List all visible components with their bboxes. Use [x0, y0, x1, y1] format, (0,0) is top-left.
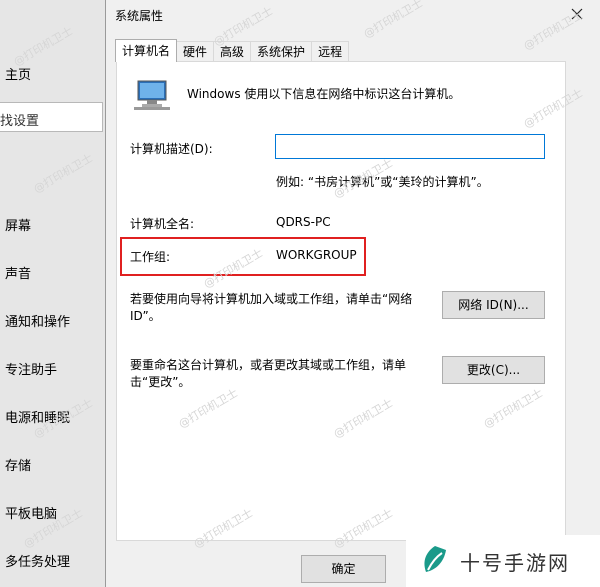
ok-button[interactable]: 确定 [301, 555, 386, 583]
close-button[interactable] [566, 3, 588, 25]
sidebar-item-sound[interactable]: 声音 [5, 263, 31, 282]
rename-help: 要重命名这台计算机，或者更改其域或工作组，请单击“更改”。 [130, 358, 407, 389]
tab-strip: 计算机名 硬件 高级 系统保护 远程 [115, 39, 350, 62]
settings-sidebar: 主页 找设置 屏幕 声音 通知和操作 专注助手 电源和睡眠 存储 平板电脑 多任… [0, 0, 105, 587]
tab-hardware[interactable]: 硬件 [176, 41, 215, 62]
sidebar-item-display[interactable]: 屏幕 [5, 215, 31, 234]
description-example: 例如: “书房计算机”或“美玲的计算机”。 [276, 175, 489, 189]
tab-computer-name[interactable]: 计算机名 [115, 39, 178, 62]
settings-search-box[interactable]: 找设置 [0, 102, 103, 132]
sidebar-item-home[interactable]: 主页 [5, 64, 31, 83]
close-icon [571, 8, 583, 20]
sidebar-item-multitasking[interactable]: 多任务处理 [5, 551, 70, 570]
computer-description-input[interactable] [275, 134, 545, 159]
intro-text: Windows 使用以下信息在网络中标识这台计算机。 [187, 87, 461, 101]
brand-name: 十号手游网 [460, 550, 570, 575]
workgroup-label: 工作组: [130, 250, 171, 264]
sidebar-item-tablet[interactable]: 平板电脑 [5, 503, 57, 522]
sidebar-item-storage[interactable]: 存储 [5, 455, 31, 474]
sidebar-item-notifications[interactable]: 通知和操作 [5, 311, 70, 330]
description-label: 计算机描述(D): [130, 142, 213, 156]
tab-system-protection[interactable]: 系统保护 [250, 41, 313, 62]
computer-icon [134, 80, 170, 110]
network-id-button[interactable]: 网络 ID(N)... [442, 291, 545, 319]
dialog-title: 系统属性 [115, 9, 164, 23]
system-properties-dialog: 系统属性 计算机名 硬件 高级 系统保护 远程 Windows 使用以下信息在网… [105, 0, 600, 587]
fullname-label: 计算机全名: [130, 217, 195, 231]
network-id-help: 若要使用向导将计算机加入域或工作组，请单击“网络 ID”。 [130, 292, 413, 323]
change-button[interactable]: 更改(C)... [442, 356, 545, 384]
sidebar-item-power-sleep[interactable]: 电源和睡眠 [5, 407, 70, 426]
computer-name-panel: Windows 使用以下信息在网络中标识这台计算机。 计算机描述(D): 例如:… [116, 61, 566, 541]
workgroup-value: WORKGROUP [276, 248, 357, 262]
leaf-logo-icon [424, 546, 446, 572]
fullname-value: QDRS-PC [276, 215, 331, 229]
tab-advanced[interactable]: 高级 [213, 41, 252, 62]
settings-search-text: 找设置 [0, 114, 40, 129]
brand-watermark: 十号手游网 [406, 535, 600, 587]
tab-remote[interactable]: 远程 [311, 41, 350, 62]
sidebar-item-focus-assist[interactable]: 专注助手 [5, 359, 57, 378]
